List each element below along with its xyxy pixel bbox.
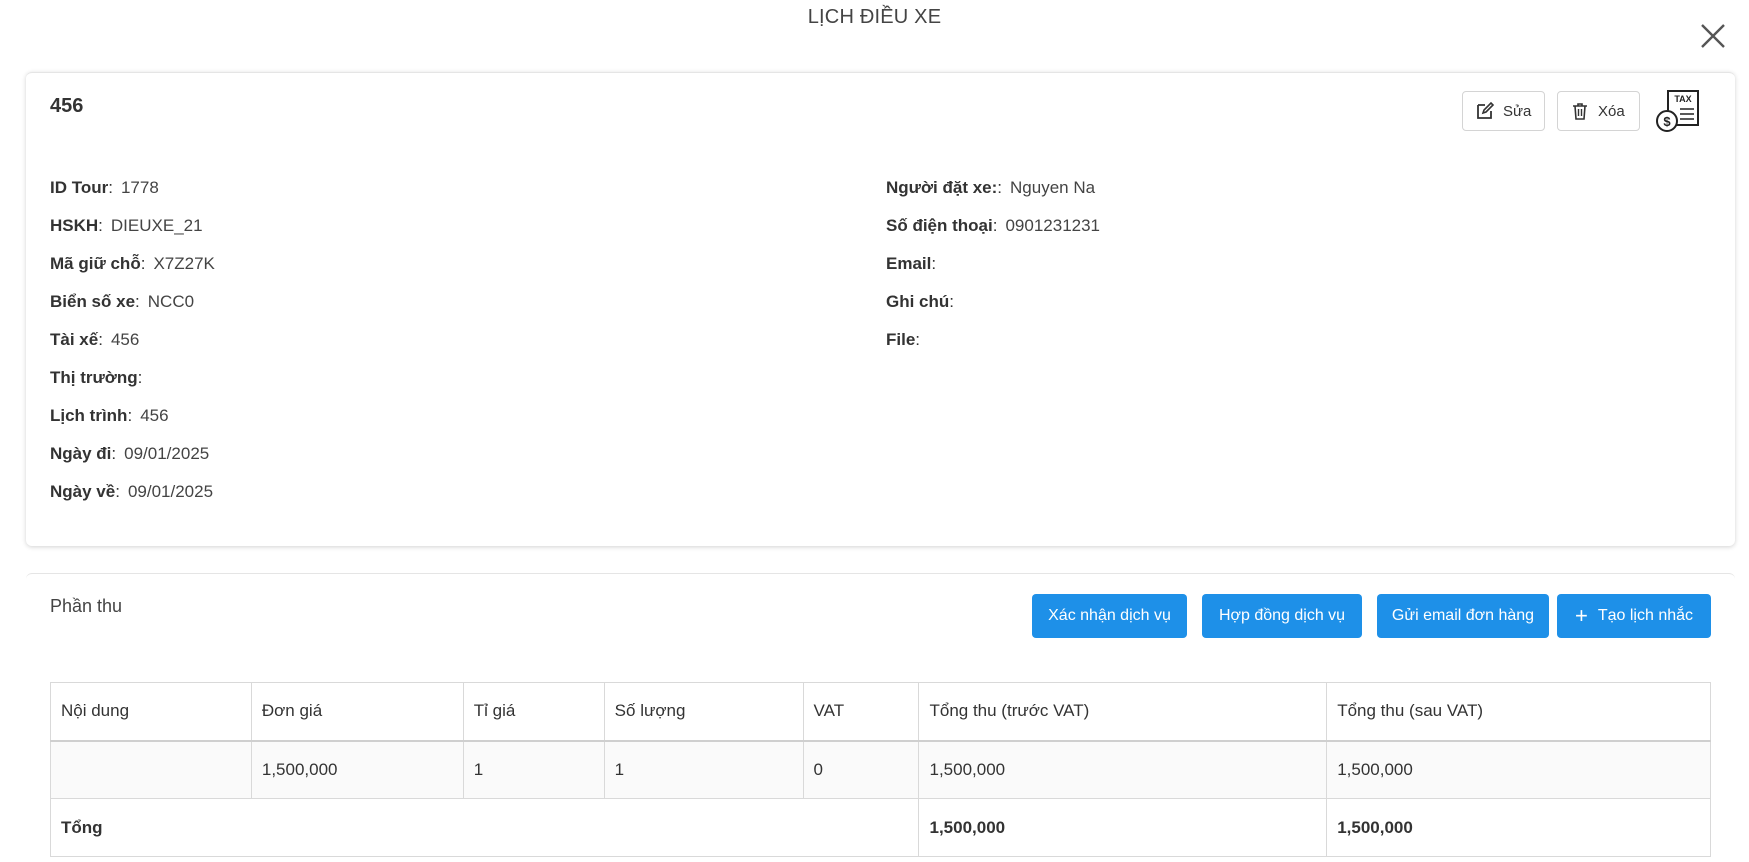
field-label: HSKH <box>50 216 99 235</box>
field-colon: : <box>931 254 937 273</box>
total-before-vat: 1,500,000 <box>918 798 1328 857</box>
booking-fields-right: Người đặt xe:: Nguyen Na Số điện thoại:090… <box>886 169 1100 359</box>
field-label: File <box>886 330 916 349</box>
field-row: Mã giữ chỗ: X7Z27K <box>50 245 215 283</box>
field-value: 09/01/2025 <box>124 444 210 463</box>
trash-icon <box>1573 103 1587 120</box>
tax-icon-text: TAX <box>1674 94 1691 104</box>
create-reminder-label: Tạo lịch nhắc <box>1597 607 1694 624</box>
field-row: ID Tour:1778 <box>50 169 215 207</box>
field-label: Người đặt xe: <box>886 178 998 197</box>
field-colon: : <box>997 178 1003 197</box>
field-row: File: <box>886 321 1100 359</box>
revenue-table: Nội dung Đơn giá Tỉ giá Số lượng VAT Tổng thu… <box>49 682 1711 857</box>
table-header-cell: Số lượng <box>603 682 804 742</box>
field-row: Người đặt xe:: Nguyen Na <box>886 169 1100 207</box>
field-row: Lịch trình:456 <box>50 397 215 435</box>
field-value: Nguyen Na <box>1010 178 1096 197</box>
field-value: DIEUXE_21 <box>110 216 203 235</box>
service-contract-button[interactable]: Hợp đồng dịch vụ <box>1202 594 1362 638</box>
delete-button[interactable]: Xóa <box>1557 91 1640 131</box>
field-colon: : <box>108 178 113 197</box>
revenue-section-title: Phần thu <box>50 596 123 616</box>
tax-invoice-icon[interactable]: TAX $ <box>1656 89 1702 133</box>
field-colon: : <box>915 330 921 349</box>
table-header-cell: Tổng thu (trước VAT) <box>918 682 1328 742</box>
field-value: 456 <box>110 330 140 349</box>
table-header-cell: Tỉ giá <box>462 682 605 742</box>
field-value: 0901231231 <box>1005 216 1101 235</box>
edit-button[interactable]: Sửa <box>1462 91 1545 131</box>
table-cell: 1,500,000 <box>918 740 1328 799</box>
table-header-cell: Nội dung <box>50 682 252 742</box>
field-colon: : <box>111 444 117 463</box>
field-value: 456 <box>140 406 169 425</box>
field-label: Tài xế <box>50 330 99 349</box>
field-label: Mã giữ chỗ <box>50 254 141 273</box>
field-value: NCC0 <box>147 292 195 311</box>
table-header-cell: Đơn giá <box>250 682 464 742</box>
table-cell: 0 <box>802 740 920 799</box>
table-cell <box>50 740 252 799</box>
table-row: 1,500,000 1 1 0 1,500,000 1,500,000 <box>50 740 1711 799</box>
field-label: Thị trường <box>50 368 138 387</box>
field-label: Ngày về <box>50 482 116 501</box>
total-after-vat: 1,500,000 <box>1326 798 1711 857</box>
field-colon: : <box>140 254 146 273</box>
field-label: Ngày đi <box>50 444 112 463</box>
field-colon: : <box>137 368 143 387</box>
field-colon: : <box>98 216 103 235</box>
field-label: Email <box>886 254 932 273</box>
field-row: Thị trường: <box>50 359 215 397</box>
field-colon: : <box>992 216 998 235</box>
field-row: Ngày đi:09/01/2025 <box>50 435 215 473</box>
table-header-row: Nội dung Đơn giá Tỉ giá Số lượng VAT Tổng thu… <box>50 682 1711 742</box>
table-cell: 1,500,000 <box>1326 740 1711 799</box>
field-label: ID Tour <box>50 178 109 197</box>
total-label: Tổng <box>49 798 920 857</box>
plus-icon: + <box>1574 603 1588 628</box>
booking-fields-left: ID Tour:1778 HSKH: DIEUXE_21 Mã giữ chỗ: X7Z… <box>50 169 215 511</box>
field-row: Ngày về:09/01/2025 <box>50 473 215 511</box>
field-row: Số điện thoại:0901231231 <box>886 207 1100 245</box>
field-colon: : <box>949 292 955 311</box>
table-header-cell: VAT <box>802 682 920 742</box>
booking-name: 456 <box>50 95 84 117</box>
table-cell: 1 <box>462 740 605 799</box>
field-colon: : <box>98 330 103 349</box>
table-cell: 1 <box>603 740 804 799</box>
table-header-cell: Tổng thu (sau VAT) <box>1326 682 1711 742</box>
revenue-card: Phần thu Xác nhận dịch vụ Hợp đồng dịch … <box>26 573 1735 862</box>
field-label: Số điện thoại <box>886 216 993 235</box>
table-total-row: Tổng 1,500,000 1,500,000 <box>49 798 1711 857</box>
modal-title: LỊCH ĐIỀU XE <box>807 6 942 28</box>
confirm-service-button[interactable]: Xác nhận dịch vụ <box>1032 594 1187 638</box>
field-row: Email: <box>886 245 1100 283</box>
field-colon: : <box>135 292 140 311</box>
field-row: Tài xế:456 <box>50 321 215 359</box>
close-icon[interactable] <box>1697 20 1729 52</box>
field-label: Biển số xe <box>50 292 136 311</box>
field-row: Biển số xe: NCC0 <box>50 283 215 321</box>
field-label: Ghi chú <box>886 292 950 311</box>
booking-detail-card: 456 Sửa Xóa TAX $ ID Tour:1778 HSKH: DIEUX… <box>26 72 1735 546</box>
field-value: X7Z27K <box>153 254 215 273</box>
field-row: Ghi chú: <box>886 283 1100 321</box>
send-order-email-button[interactable]: Gửi email đơn hàng <box>1377 594 1549 638</box>
delete-button-label: Xóa <box>1598 102 1625 120</box>
create-reminder-button[interactable]: + Tạo lịch nhắc <box>1557 594 1711 638</box>
edit-icon <box>1477 101 1495 119</box>
field-value: 09/01/2025 <box>127 482 214 501</box>
field-colon: : <box>115 482 120 501</box>
edit-button-label: Sửa <box>1503 102 1532 120</box>
table-cell: 1,500,000 <box>250 740 464 799</box>
svg-text:$: $ <box>1663 114 1671 129</box>
field-label: Lịch trình <box>50 406 128 425</box>
field-row: HSKH: DIEUXE_21 <box>50 207 215 245</box>
field-colon: : <box>127 406 133 425</box>
field-value: 1778 <box>120 178 159 197</box>
